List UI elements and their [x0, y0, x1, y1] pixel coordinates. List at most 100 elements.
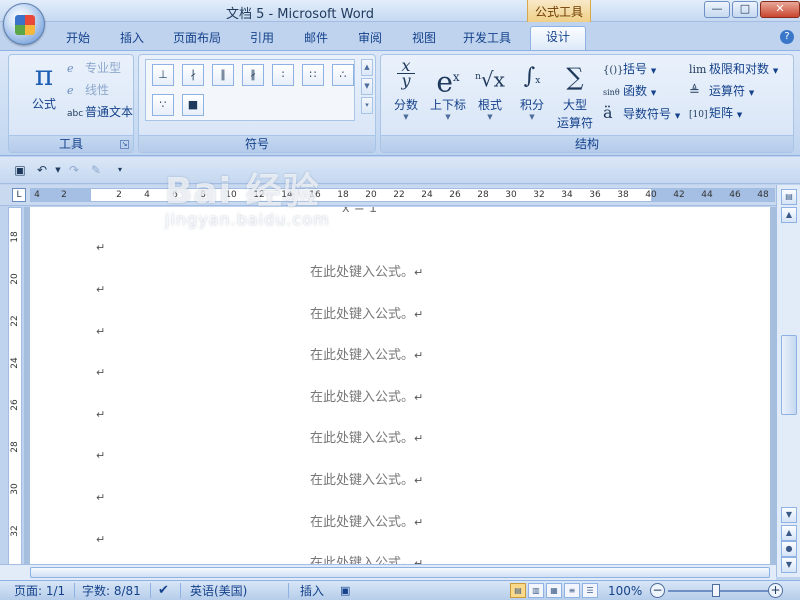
- partial-equation[interactable]: x = 1: [342, 207, 482, 216]
- next-page-icon[interactable]: ▼: [781, 557, 797, 573]
- symbol-does-not-divide[interactable]: ∤: [182, 64, 204, 86]
- ruler-tick: 28: [477, 190, 489, 200]
- equation-placeholder[interactable]: 在此处键入公式。↵: [310, 469, 450, 488]
- equation-placeholder[interactable]: 在此处键入公式。↵: [310, 427, 450, 446]
- professional-button[interactable]: e 专业型: [67, 59, 121, 77]
- horizontal-scroll-thumb[interactable]: [30, 567, 770, 578]
- undo-icon[interactable]: ↶: [34, 162, 50, 178]
- macro-record-icon[interactable]: ▣: [340, 583, 350, 599]
- page-indicator[interactable]: 页面: 1/1: [14, 583, 65, 599]
- maximize-button[interactable]: □: [732, 1, 758, 18]
- equation-placeholder[interactable]: 在此处键入公式。↵: [310, 386, 450, 405]
- tab-mailings[interactable]: 邮件: [296, 28, 336, 50]
- accent-button[interactable]: ä 导数符号 ▼: [603, 103, 680, 123]
- tab-page-layout[interactable]: 页面布局: [166, 28, 228, 50]
- document-page[interactable]: x = 1 ↵ 在此处键入公式。↵ ↵ 在此处键入公式。↵ ↵ 在此处键入公式。…: [30, 207, 770, 577]
- symbol-black-square[interactable]: ■: [182, 94, 204, 116]
- tab-design[interactable]: 设计: [530, 26, 586, 50]
- integral-button[interactable]: ∫x 积分 ▼: [511, 59, 553, 121]
- previous-page-icon[interactable]: ▲: [781, 525, 797, 541]
- zoom-in-icon[interactable]: +: [768, 583, 783, 598]
- symbols-more-icon[interactable]: ▾: [361, 97, 373, 114]
- outline-view-icon[interactable]: ≡: [564, 583, 580, 598]
- structures-group-label: 结构: [381, 135, 793, 152]
- symbols-scroll-up-icon[interactable]: ▲: [361, 59, 373, 76]
- scroll-down-icon[interactable]: ▼: [781, 507, 797, 523]
- equation-button[interactable]: 公式: [19, 95, 69, 112]
- tab-insert[interactable]: 插入: [112, 28, 152, 50]
- word-count[interactable]: 字数: 8/81: [82, 583, 141, 599]
- customize-qat-icon[interactable]: ▾: [112, 162, 128, 178]
- ruler-tick: 22: [393, 190, 405, 200]
- vertical-ruler[interactable]: 18 20 22 24 26 28 30 32: [8, 207, 22, 577]
- help-icon[interactable]: ?: [780, 30, 794, 44]
- function-button[interactable]: sinθ 函数 ▼: [603, 81, 656, 101]
- symbol-not-parallel[interactable]: ∦: [242, 64, 264, 86]
- operator-button[interactable]: ≜ 运算符 ▼: [689, 81, 754, 101]
- symbols-scroll-down-icon[interactable]: ▼: [361, 78, 373, 95]
- undo-dropdown-icon[interactable]: ▼: [50, 162, 66, 178]
- scroll-up-icon[interactable]: ▲: [781, 207, 797, 223]
- symbol-because[interactable]: ∵: [152, 94, 174, 116]
- draft-view-icon[interactable]: ☰: [582, 583, 598, 598]
- equation-placeholder[interactable]: 在此处键入公式。↵: [310, 511, 450, 530]
- limit-log-button[interactable]: lim 极限和对数 ▼: [689, 59, 778, 79]
- radical-button[interactable]: n√x 根式 ▼: [469, 59, 511, 121]
- ruler-tick: 10: [225, 190, 237, 200]
- vruler-tick: 26: [10, 399, 20, 411]
- ruler-toggle-icon[interactable]: ▤: [781, 189, 797, 205]
- tab-developer[interactable]: 开发工具: [456, 28, 518, 50]
- symbol-proportion[interactable]: ∷: [302, 64, 324, 86]
- symbol-therefore[interactable]: ∴: [332, 64, 354, 86]
- equation-placeholder[interactable]: 在此处键入公式。↵: [310, 344, 450, 363]
- redo-icon[interactable]: ↷: [66, 162, 82, 178]
- language-indicator[interactable]: 英语(美国): [190, 583, 247, 599]
- fraction-button[interactable]: xy 分数 ▼: [385, 58, 427, 122]
- zoom-slider-knob[interactable]: [712, 584, 720, 597]
- symbol-ratio[interactable]: ∶: [272, 64, 294, 86]
- equation-placeholder[interactable]: 在此处键入公式。↵: [310, 261, 450, 280]
- web-layout-icon[interactable]: ▦: [546, 583, 562, 598]
- normal-text-button[interactable]: abc 普通文本: [67, 103, 133, 121]
- tab-review[interactable]: 审阅: [350, 28, 390, 50]
- script-button[interactable]: ex 上下标 ▼: [427, 59, 469, 121]
- close-button[interactable]: ✕: [760, 1, 800, 18]
- tools-dialog-launcher-icon[interactable]: ↘: [120, 140, 129, 149]
- save-icon[interactable]: ▣: [12, 162, 28, 178]
- format-painter-icon[interactable]: ✎: [88, 162, 104, 178]
- ruler-tick: 16: [309, 190, 321, 200]
- proofing-icon[interactable]: ✔: [158, 583, 169, 599]
- matrix-button[interactable]: [10] 矩阵 ▼: [689, 103, 742, 123]
- equation-pi-icon[interactable]: π: [19, 59, 69, 92]
- insert-mode[interactable]: 插入: [300, 583, 324, 599]
- vruler-tick: 28: [10, 441, 20, 453]
- matrix-icon: [10]: [689, 110, 708, 120]
- zoom-out-icon[interactable]: −: [650, 583, 665, 598]
- zoom-level[interactable]: 100%: [608, 583, 642, 599]
- symbol-parallel[interactable]: ∥: [212, 64, 234, 86]
- scroll-thumb[interactable]: [781, 335, 797, 415]
- professional-icon: e: [67, 62, 74, 75]
- tab-references[interactable]: 引用: [242, 28, 282, 50]
- full-screen-reading-icon[interactable]: ▥: [528, 583, 544, 598]
- horizontal-ruler[interactable]: 4 2 2 4 6 8 10 12 14 16 18 20 22 24 26 2…: [30, 188, 775, 202]
- tab-home[interactable]: 开始: [58, 28, 98, 50]
- divider: [288, 583, 289, 598]
- bracket-button[interactable]: {()}括号 ▼: [603, 59, 656, 79]
- minimize-button[interactable]: —: [704, 1, 730, 18]
- symbol-perpendicular[interactable]: ⊥: [152, 64, 174, 86]
- vertical-scrollbar[interactable]: ▤ ▲ ▼ ▲ ● ▼: [776, 185, 800, 577]
- chevron-down-icon: ▼: [650, 89, 657, 97]
- window-title: 文档 5 - Microsoft Word: [225, 7, 375, 22]
- tab-selector-icon[interactable]: L: [12, 188, 26, 202]
- tab-view[interactable]: 视图: [404, 28, 444, 50]
- normal-text-icon: abc: [67, 109, 84, 119]
- office-button[interactable]: [3, 3, 45, 45]
- ruler-tick: 32: [533, 190, 545, 200]
- browse-object-icon[interactable]: ●: [781, 541, 797, 557]
- print-layout-icon[interactable]: ▤: [510, 583, 526, 598]
- linear-button[interactable]: e 线性: [67, 81, 109, 99]
- equation-placeholder[interactable]: 在此处键入公式。↵: [310, 303, 450, 322]
- large-operator-button[interactable]: ∑ 大型 运算符: [553, 59, 597, 131]
- horizontal-scrollbar[interactable]: [0, 564, 776, 580]
